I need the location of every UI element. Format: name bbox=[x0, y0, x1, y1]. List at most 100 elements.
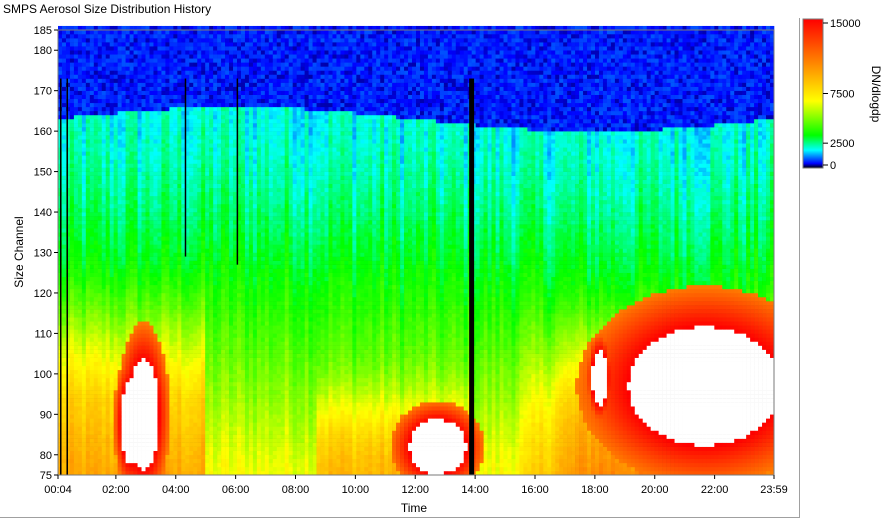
heatmap-cell bbox=[137, 361, 142, 367]
heatmap-cell bbox=[81, 434, 87, 439]
heatmap-cell bbox=[101, 422, 107, 427]
heatmap-cell bbox=[133, 454, 138, 460]
heatmap-cell bbox=[205, 434, 210, 439]
heatmap-cell bbox=[225, 276, 230, 282]
heatmap-cell bbox=[157, 228, 162, 233]
heatmap-cell bbox=[81, 147, 87, 152]
heatmap-cell bbox=[229, 454, 234, 460]
heatmap-cell bbox=[173, 361, 178, 367]
heatmap-cell bbox=[61, 349, 67, 354]
heatmap-cell bbox=[153, 329, 158, 334]
heatmap-cell bbox=[61, 147, 67, 152]
heatmap-cell bbox=[97, 466, 103, 472]
heatmap-cell bbox=[189, 212, 194, 217]
heatmap-cell bbox=[109, 256, 114, 261]
heatmap-cell bbox=[217, 272, 222, 278]
heatmap-cell bbox=[185, 313, 190, 318]
heatmap-cell bbox=[101, 426, 107, 431]
heatmap-cell bbox=[193, 220, 198, 225]
heatmap-cell bbox=[93, 110, 99, 116]
heatmap-cell bbox=[89, 349, 95, 354]
heatmap-cell bbox=[221, 98, 226, 104]
heatmap-cell bbox=[141, 301, 146, 306]
heatmap-cell bbox=[137, 155, 142, 160]
heatmap-cell bbox=[201, 212, 206, 217]
heatmap-cell bbox=[229, 301, 234, 306]
heatmap-cell bbox=[193, 434, 198, 439]
heatmap-cell bbox=[109, 402, 114, 407]
heatmap-cell bbox=[213, 305, 218, 310]
heatmap-cell bbox=[61, 252, 67, 257]
heatmap-cell bbox=[165, 131, 170, 136]
heatmap-cell bbox=[165, 82, 170, 87]
heatmap-cell bbox=[169, 42, 174, 47]
heatmap-cell bbox=[93, 313, 99, 318]
heatmap-cell bbox=[157, 390, 162, 395]
heatmap-cell bbox=[121, 228, 126, 233]
heatmap-cell bbox=[137, 260, 142, 265]
heatmap-cell bbox=[121, 284, 126, 290]
heatmap-cell bbox=[61, 426, 67, 431]
heatmap-cell bbox=[81, 66, 87, 71]
heatmap-cell bbox=[141, 264, 146, 269]
heatmap-cell bbox=[69, 46, 75, 51]
heatmap-cell bbox=[201, 191, 206, 197]
heatmap-cell bbox=[149, 159, 154, 164]
heatmap-cell bbox=[77, 54, 83, 59]
heatmap-cell bbox=[201, 398, 206, 403]
heatmap-cell bbox=[97, 349, 103, 354]
heatmap-cell bbox=[85, 386, 91, 391]
heatmap-cell bbox=[129, 135, 134, 140]
heatmap-cell bbox=[201, 244, 206, 249]
heatmap-cell bbox=[73, 341, 79, 346]
heatmap-cell bbox=[209, 313, 214, 318]
heatmap-cell bbox=[113, 82, 118, 87]
heatmap-cell bbox=[58, 42, 63, 47]
heatmap-cell bbox=[125, 139, 130, 144]
heatmap-cell bbox=[117, 386, 122, 391]
heatmap-cell bbox=[177, 276, 182, 282]
heatmap-cell bbox=[197, 398, 202, 403]
heatmap-cell bbox=[169, 450, 174, 456]
heatmap-cell bbox=[153, 414, 158, 419]
heatmap-cell bbox=[109, 187, 114, 193]
heatmap-cell bbox=[149, 264, 154, 269]
heatmap-cell bbox=[157, 86, 162, 91]
heatmap-cell bbox=[217, 337, 222, 342]
heatmap-cell bbox=[93, 341, 99, 346]
heatmap-cell bbox=[209, 329, 214, 334]
heatmap-cell bbox=[229, 163, 234, 168]
heatmap-cell bbox=[109, 333, 114, 338]
heatmap-cell bbox=[93, 426, 99, 431]
heatmap-cell bbox=[149, 313, 154, 318]
heatmap-cell bbox=[169, 212, 174, 217]
heatmap-cell bbox=[85, 94, 91, 100]
heatmap-cell bbox=[125, 313, 130, 318]
heatmap-cell bbox=[113, 199, 118, 205]
heatmap-cell bbox=[209, 70, 214, 75]
heatmap-cell bbox=[101, 381, 107, 387]
heatmap-cell bbox=[197, 329, 202, 334]
heatmap-cell bbox=[217, 410, 222, 415]
heatmap-cell bbox=[229, 143, 234, 148]
heatmap-cell bbox=[105, 377, 111, 383]
heatmap-cell bbox=[201, 386, 206, 391]
heatmap-cell bbox=[173, 62, 178, 67]
heatmap-cell bbox=[85, 50, 91, 55]
heatmap-cell bbox=[61, 208, 67, 213]
heatmap-cell bbox=[85, 252, 91, 257]
heatmap-cell bbox=[189, 34, 194, 39]
heatmap-cell bbox=[89, 62, 95, 67]
heatmap-cell bbox=[149, 305, 154, 310]
heatmap-cell bbox=[153, 240, 158, 245]
heatmap-cell bbox=[101, 458, 107, 464]
heatmap-cell bbox=[81, 220, 87, 225]
heatmap-cell bbox=[117, 191, 122, 197]
heatmap-cell bbox=[189, 114, 194, 120]
heatmap-cell bbox=[169, 38, 174, 43]
heatmap-cell bbox=[113, 381, 118, 387]
heatmap-cell bbox=[205, 58, 210, 63]
heatmap-cell bbox=[225, 313, 230, 318]
heatmap-cell bbox=[193, 151, 198, 156]
heatmap-cell bbox=[89, 228, 95, 233]
